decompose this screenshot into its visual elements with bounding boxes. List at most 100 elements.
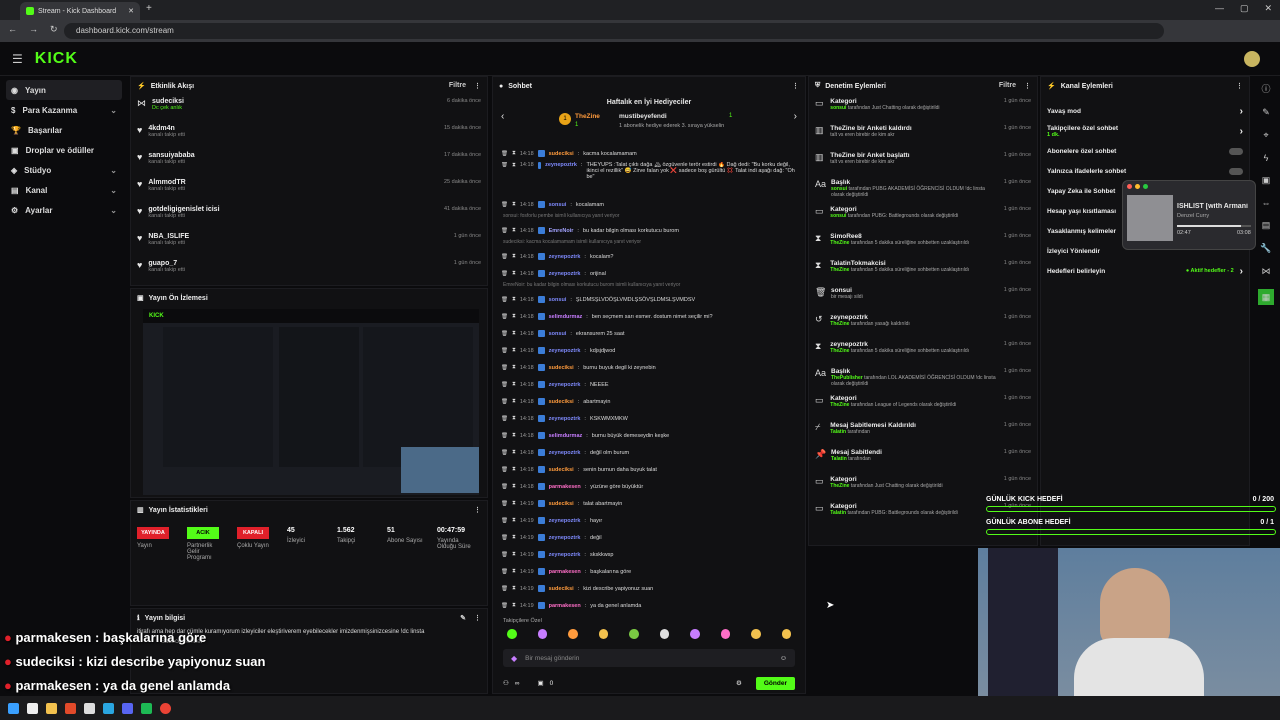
timeout-icon[interactable]: ⧗ [512, 150, 516, 157]
chat-message[interactable]: 🗑 ⧗ 14:18 zeynepoztrk: kocalam? [493, 248, 805, 265]
app-icon[interactable]: ▦ [1258, 289, 1274, 305]
message-user[interactable]: zeynepoztrk [549, 450, 581, 456]
message-user[interactable]: EmreNoir [549, 228, 574, 234]
filter-button[interactable]: Filtre [449, 82, 466, 90]
timeout-icon[interactable]: ⧗ [512, 466, 516, 473]
channel-action-2[interactable]: Abonelere özel sohbet [1041, 141, 1249, 161]
activity-item[interactable]: ♥ NBA_ISLIFE kanalı takip etti 1 gün önce [131, 230, 487, 257]
chevron-right-icon[interactable]: › [1240, 106, 1243, 117]
sidebar-item-kanal[interactable]: ▤ Kanal ⌄ [6, 180, 122, 200]
message-user[interactable]: sonsui [549, 202, 567, 208]
trash-icon[interactable]: 🗑 [501, 416, 508, 422]
trash-icon[interactable]: 🗑 [501, 552, 508, 558]
channel-action-3[interactable]: Yalnızca ifadelerle sohbet [1041, 161, 1249, 181]
sidebar-item-ayarlar[interactable]: ⚙ Ayarlar ⌄ [6, 200, 122, 220]
trash-icon[interactable]: 🗑 [501, 467, 508, 473]
sidebar-item-para-kazanma[interactable]: $ Para Kazanma ⌄ [6, 100, 122, 120]
crosshair-icon[interactable]: ⌖ [1263, 130, 1268, 141]
mod-action[interactable]: 📌 Mesaj Sabitlendi Talatin tarafından 1 gün… [809, 446, 1037, 473]
emote-icon[interactable] [690, 629, 700, 639]
info-icon[interactable]: ⓘ [1261, 82, 1270, 95]
chat-message[interactable]: 🗑 ⧗ 14:19 sudeciksi: talat abartmayin [493, 495, 805, 512]
trash-icon[interactable]: 🗑 [501, 382, 508, 388]
timeout-icon[interactable]: ⧗ [512, 253, 516, 260]
sidebar-item-basarilar[interactable]: 🏆 Başarılar [6, 120, 122, 140]
timeout-icon[interactable]: ⧗ [512, 364, 516, 371]
telegram-icon[interactable] [103, 702, 114, 714]
emote-icon[interactable] [720, 629, 730, 639]
mod-action[interactable]: ▭ Kategori sonsui tarafından PUBG: Battleg… [809, 203, 1037, 230]
timeout-icon[interactable]: ⧗ [512, 568, 516, 575]
more-icon[interactable]: ⋮ [474, 82, 481, 90]
trash-icon[interactable]: 🗑 [501, 450, 508, 456]
chat-message[interactable]: 🗑 ⧗ 14:18 selimdurmaz: burnu büyük demeseydi… [493, 427, 805, 444]
pencil-icon[interactable]: ✎ [1262, 107, 1270, 118]
trash-icon[interactable]: 🗑 [501, 501, 508, 507]
sidebar-item-studyo[interactable]: ◈ Stüdyo ⌄ [6, 160, 122, 180]
trash-icon[interactable]: 🗑 [501, 348, 508, 354]
trash-icon[interactable]: 🗑 [501, 331, 508, 337]
chat-message[interactable]: 🗑 ⧗ 14:18 sudeciksi: senin burnun daha buyuk… [493, 461, 805, 478]
emote-icon[interactable] [751, 629, 761, 639]
firefox-icon[interactable] [65, 702, 76, 714]
kick-logo[interactable]: KICK [35, 50, 78, 68]
chat-message[interactable]: 🗑 ⧗ 14:18 zeynepoztrk: KSKWMXMKW [493, 410, 805, 427]
sidebar-item-droplar[interactable]: ▣ Droplar ve ödüller [6, 140, 122, 160]
chevron-right-icon[interactable]: › [1240, 266, 1243, 277]
chat-message[interactable]: 🗑 ⧗ 14:19 zeynepoztrk: hayır [493, 512, 805, 529]
message-user[interactable]: zeynepoztrk [549, 348, 581, 354]
smiley-icon[interactable]: ☺ [780, 655, 787, 662]
message-user[interactable]: parmakesen [549, 569, 581, 575]
chat-message[interactable]: 🗑 ⧗ 14:18 zeynepoztrk: orijinal [493, 265, 805, 282]
menu-icon[interactable]: ☰ [12, 52, 23, 66]
timeout-icon[interactable]: ⧗ [512, 347, 516, 354]
trash-icon[interactable]: 🗑 [501, 586, 508, 592]
window-close-icon[interactable]: ✕ [1265, 3, 1273, 14]
toggle-switch[interactable] [1229, 147, 1243, 155]
chat-message[interactable]: 🗑 ⧗ 14:18 parmakesen: yüzüne göre büyüktür [493, 478, 805, 495]
chat-message[interactable]: 🗑 ⧗ 14:19 zeynepoztrk: skskkwsp [493, 546, 805, 563]
close-icon[interactable]: ✕ [128, 7, 134, 15]
reload-icon[interactable]: ↻ [50, 24, 58, 35]
channel-action-8[interactable]: Hedefleri belirleyin ● Aktif hedefler - 2… [1041, 261, 1249, 281]
chat-message[interactable]: 🗑 ⧗ 14:18 sonsui: ŞLDMSŞLVDÖŞLVMDLŞSÖVŞLDMSL… [493, 291, 805, 308]
emote-icon[interactable] [659, 629, 669, 639]
timeout-icon[interactable]: ⧗ [512, 270, 516, 277]
timeout-icon[interactable]: ⧗ [512, 296, 516, 303]
mod-action[interactable]: ▥ TheZine bir Anket başlattı talt vs eren… [809, 149, 1037, 176]
search-icon[interactable] [27, 702, 38, 714]
trash-icon[interactable]: 🗑 [501, 518, 508, 524]
activity-item[interactable]: ♥ gotdeligigenislet icisi kanalı takip ett… [131, 203, 487, 230]
message-user[interactable]: zeynepoztrk [549, 518, 581, 524]
mod-action[interactable]: ⌿ Mesaj Sabitlemesi Kaldırıldı Talatin tar… [809, 419, 1037, 446]
trash-icon[interactable]: 🗑 [501, 314, 508, 320]
trash-icon[interactable]: 🗑 [501, 399, 508, 405]
trash-icon[interactable]: 🗑 [501, 433, 508, 439]
trash-icon[interactable]: 🗑 [501, 297, 508, 303]
github-icon[interactable] [84, 702, 95, 714]
trash-icon[interactable]: 🗑 [501, 151, 508, 157]
message-user[interactable]: sonsui [549, 297, 567, 303]
minimize-icon[interactable]: — [1215, 3, 1224, 14]
message-user[interactable]: selimdurmaz [549, 433, 583, 439]
more-icon[interactable]: ⋮ [1236, 82, 1243, 90]
emote-icon[interactable] [568, 629, 578, 639]
maximize-icon[interactable]: ▢ [1240, 3, 1249, 14]
trash-icon[interactable]: 🗑 [501, 365, 508, 371]
sidebar-item-yayin[interactable]: ◉ Yayın [6, 80, 122, 100]
message-user[interactable]: sudeciksi [549, 501, 574, 507]
timeout-icon[interactable]: ⧗ [512, 551, 516, 558]
chat-message[interactable]: 🗑 ⧗ 14:18 sudeciksi: abartmayin [493, 393, 805, 410]
timeout-icon[interactable]: ⧗ [512, 415, 516, 422]
message-user[interactable]: zeynepoztrk [549, 535, 581, 541]
folder-icon[interactable] [46, 702, 57, 714]
timeout-icon[interactable]: ⧗ [512, 398, 516, 405]
trash-icon[interactable]: 🗑 [501, 228, 508, 234]
message-user[interactable]: parmakesen [549, 484, 581, 490]
browser-tab[interactable]: Stream - Kick Dashboard ✕ [20, 2, 140, 20]
emote-icon[interactable] [629, 629, 639, 639]
trash-icon[interactable]: 🗑 [501, 254, 508, 260]
mod-action[interactable]: ▭ Kategori TheZine tarafından League of Le… [809, 392, 1037, 419]
mod-action[interactable]: ↺ zeynepoztrk TheZine tarafından yasağı ka… [809, 311, 1037, 338]
activity-item[interactable]: ♥ AlmmodTR kanalı takip etti 25 dakika önce [131, 176, 487, 203]
